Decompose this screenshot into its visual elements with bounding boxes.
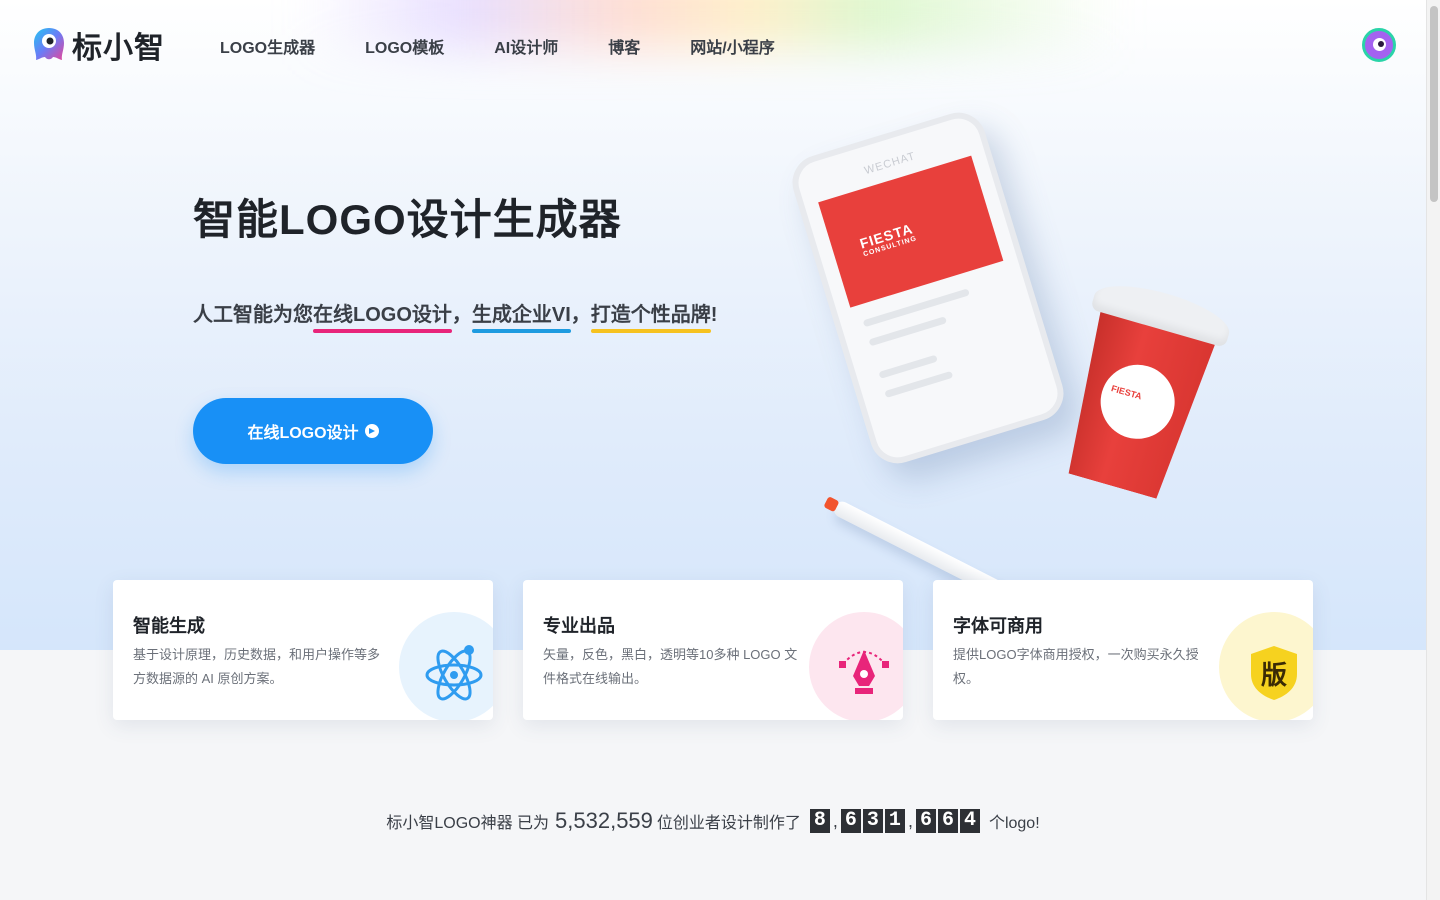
feature-description: 矢量，反色，黑白，透明等10多种 LOGO 文件格式在线输出。: [543, 647, 798, 686]
highlight-enterprise-vi: 生成企业VI: [471, 298, 571, 333]
brand-name: 标小智: [72, 32, 165, 65]
counter-digit: 6: [937, 809, 958, 833]
feature-card-professional-output[interactable]: 专业出品 矢量，反色，黑白，透明等10多种 LOGO 文件格式在线输出。: [523, 580, 903, 720]
subtitle-comma: ，: [570, 304, 591, 326]
feature-description: 基于设计原理，历史数据，和用户操作等多方数据源的 AI 原创方案。: [133, 647, 381, 686]
subtitle-prefix: 人工智能为您: [193, 304, 313, 326]
counter-digit: 3: [862, 809, 883, 833]
phone-mockup: WECHAT FIESTA CONSULTING: [785, 105, 1071, 471]
digit-separator: ,: [907, 810, 913, 831]
feature-title: 智能生成: [133, 616, 205, 636]
coffee-cup-mockup: FIESTA: [1045, 274, 1235, 506]
cta-label: 在线LOGO设计: [247, 425, 359, 442]
online-logo-design-button[interactable]: 在线LOGO设计: [193, 398, 433, 464]
mascot-logo-icon: [30, 26, 68, 64]
page-scrollbar[interactable]: [1426, 0, 1440, 900]
hero-illustration: WECHAT FIESTA CONSULTING FIESTA: [780, 100, 1260, 618]
phone-brand-mark: FIESTA CONSULTING: [858, 220, 918, 258]
nav-item-logo-generator[interactable]: LOGO生成器: [220, 34, 315, 58]
pen-tool-icon: [831, 640, 897, 706]
feature-description: 提供LOGO字体商用授权，一次购买永久授权。: [953, 647, 1199, 686]
feature-title: 专业出品: [543, 616, 615, 636]
counter-digit: 1: [884, 809, 905, 833]
highlight-online-logo-design: 在线LOGO设计: [313, 298, 452, 333]
subtitle-exclaim: !: [710, 304, 718, 326]
highlight-personal-brand: 打造个性品牌: [590, 298, 711, 333]
main-nav: LOGO生成器 LOGO模板 AI设计师 博客 网站/小程序: [220, 34, 775, 58]
cup-brand-name: FIESTA: [1110, 383, 1143, 402]
stats-prefix: 标小智LOGO神器 已为: [386, 815, 550, 832]
placeholder-line: [878, 354, 938, 379]
counter-digit: 6: [915, 809, 936, 833]
feature-card-smart-generation[interactable]: 智能生成 基于设计原理，历史数据，和用户操作等多方数据源的 AI 原创方案。: [113, 580, 493, 720]
counter-digit: 4: [959, 809, 980, 833]
counter-digit: 6: [840, 809, 861, 833]
digit-separator: ,: [832, 810, 838, 831]
nav-item-ai-designer[interactable]: AI设计师: [494, 34, 558, 58]
feature-title: 字体可商用: [953, 616, 1043, 636]
nav-item-website-miniapp[interactable]: 网站/小程序: [690, 34, 774, 58]
brand-logo[interactable]: 标小智: [30, 26, 165, 65]
nav-item-blog[interactable]: 博客: [608, 34, 640, 58]
copyright-badge-glyph: 版: [1260, 661, 1287, 691]
hero-title: 智能LOGO设计生成器: [193, 196, 622, 243]
arrow-circle-right-icon: [364, 424, 379, 438]
stats-middle: 位创业者设计制作了: [656, 815, 801, 832]
feature-card-commercial-fonts[interactable]: 字体可商用 提供LOGO字体商用授权，一次购买永久授权。 版: [933, 580, 1313, 720]
stats-user-count: 5,532,559: [555, 808, 653, 833]
user-avatar[interactable]: [1362, 28, 1396, 62]
hero-subtitle: 人工智能为您在线LOGO设计，生成企业VI，打造个性品牌!: [193, 298, 718, 333]
stats-counter: 标小智LOGO神器 已为 5,532,559 位创业者设计制作了 8,631,6…: [0, 806, 1426, 836]
counter-digit: 8: [809, 809, 830, 833]
copyright-shield-icon: 版: [1241, 640, 1307, 706]
placeholder-line: [884, 370, 954, 398]
atom-icon: [421, 640, 487, 706]
logo-count-digits: 8,631,664: [809, 809, 981, 833]
nav-item-logo-templates[interactable]: LOGO模板: [365, 34, 444, 58]
subtitle-comma: ，: [451, 304, 472, 326]
stats-suffix: 个logo!: [988, 815, 1040, 832]
scrollbar-thumb[interactable]: [1430, 6, 1438, 202]
site-header: 标小智 LOGO生成器 LOGO模板 AI设计师 博客 网站/小程序: [0, 0, 1426, 90]
